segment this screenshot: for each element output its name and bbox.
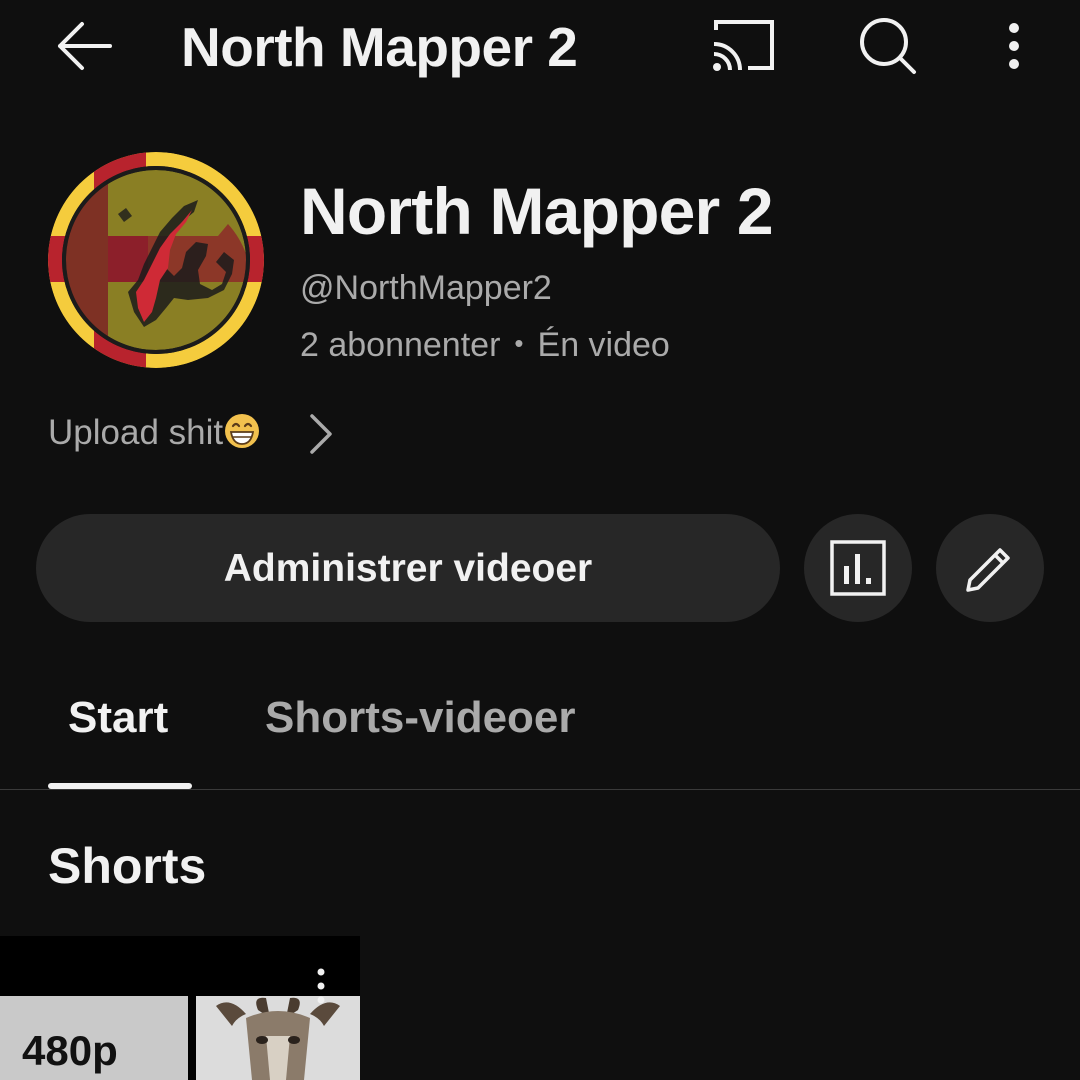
description-text-wrap: Upload shit	[48, 410, 261, 456]
tab-shorts-videos[interactable]: Shorts-videoer	[265, 690, 576, 746]
channel-name: North Mapper 2	[300, 174, 774, 248]
top-app-bar: North Mapper 2	[0, 0, 1080, 100]
cast-icon[interactable]	[708, 16, 778, 76]
channel-handle: @NorthMapper2	[300, 269, 552, 307]
analytics-button[interactable]	[804, 514, 912, 622]
short-more-icon[interactable]	[312, 966, 330, 1006]
subscriber-count: 2 abonnenter	[300, 326, 501, 364]
search-icon[interactable]	[856, 14, 920, 78]
app-bar-title: North Mapper 2	[181, 16, 578, 78]
tab-divider	[0, 789, 1080, 790]
chevron-right-icon	[310, 414, 332, 454]
channel-avatar[interactable]	[48, 152, 264, 368]
shorts-section-title: Shorts	[48, 838, 207, 894]
thumbnail-right-panel	[196, 996, 360, 1080]
thumbnail-left-panel: 480p	[0, 996, 188, 1080]
thumbnail-text: 480p	[22, 1027, 118, 1074]
goat-image	[196, 996, 360, 1080]
edit-channel-button[interactable]	[936, 514, 1044, 622]
short-thumbnail[interactable]: 480p	[0, 936, 360, 1080]
tab-start[interactable]: Start	[68, 690, 168, 746]
analytics-icon	[830, 540, 886, 596]
more-vertical-icon[interactable]	[996, 16, 1032, 76]
channel-stats: 2 abonnenter • Én video	[300, 321, 670, 367]
channel-description[interactable]: Upload shit	[48, 406, 348, 460]
channel-logo	[48, 152, 264, 368]
arrow-left-icon[interactable]	[52, 18, 116, 74]
stats-separator: •	[514, 328, 524, 358]
manage-videos-button[interactable]: Administrer videoer	[36, 514, 780, 622]
description-text: Upload shit	[48, 413, 224, 452]
video-count: Én video	[537, 326, 670, 364]
thumbnail-separator	[188, 996, 196, 1080]
pencil-icon	[966, 548, 1010, 592]
grinning-face-emoji-icon	[225, 414, 260, 448]
